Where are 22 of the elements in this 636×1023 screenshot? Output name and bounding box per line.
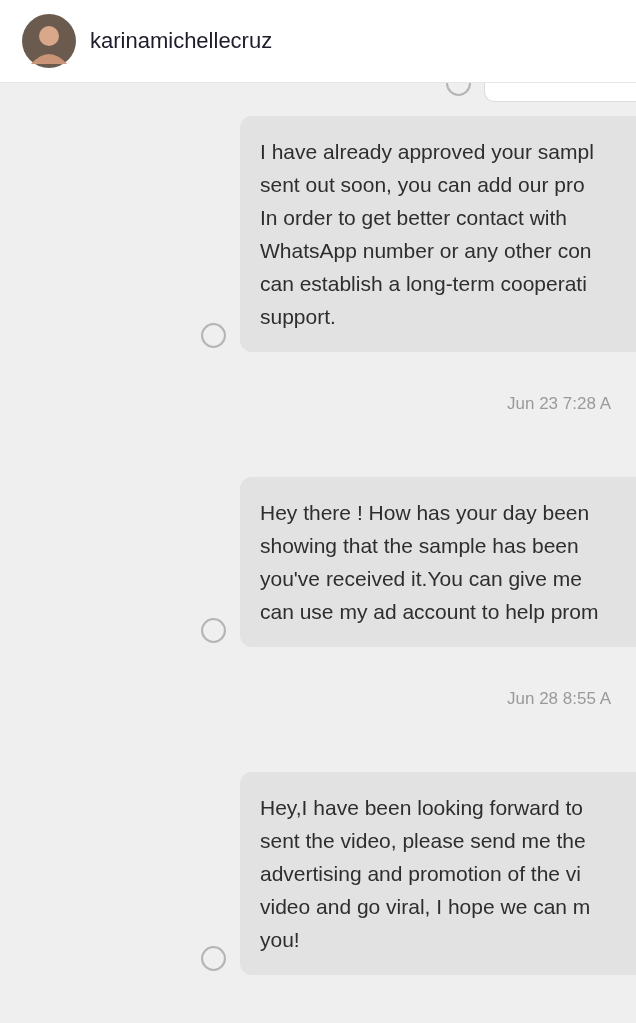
message-text: support. (260, 304, 336, 330)
message-text: Hey,I have been looking forward to (260, 795, 583, 821)
message-text: can use my ad account to help prom (260, 599, 599, 625)
message-text: can establish a long-term cooperati (260, 271, 587, 297)
message-text: showing that the sample has been (260, 533, 579, 559)
message-text: In order to get better contact with (260, 205, 567, 231)
message-text: you've received it.You can give me (260, 566, 582, 592)
message-text: you! (260, 927, 300, 953)
message-text: Hey there ! How has your day been (260, 500, 590, 526)
username[interactable]: karinamichellecruz (90, 28, 273, 54)
message-text: advertising and promotion of the vi (260, 861, 582, 887)
message-text: video and go viral, I hope we can m (260, 894, 591, 920)
status-circle-icon (201, 323, 226, 348)
timestamp: Jun 23 7:28 A (507, 394, 611, 413)
message-text: I have already approved your sampl (260, 139, 594, 165)
message-text: sent the video, please send me the (260, 828, 586, 854)
status-circle-icon (201, 618, 226, 643)
timestamp: Jun 28 8:55 A (507, 689, 611, 708)
message-text: WhatsApp number or any other con (260, 238, 592, 264)
status-circle-icon (201, 946, 226, 971)
avatar-icon[interactable] (22, 14, 76, 68)
message-text: sent out soon, you can add our pro (260, 172, 585, 198)
